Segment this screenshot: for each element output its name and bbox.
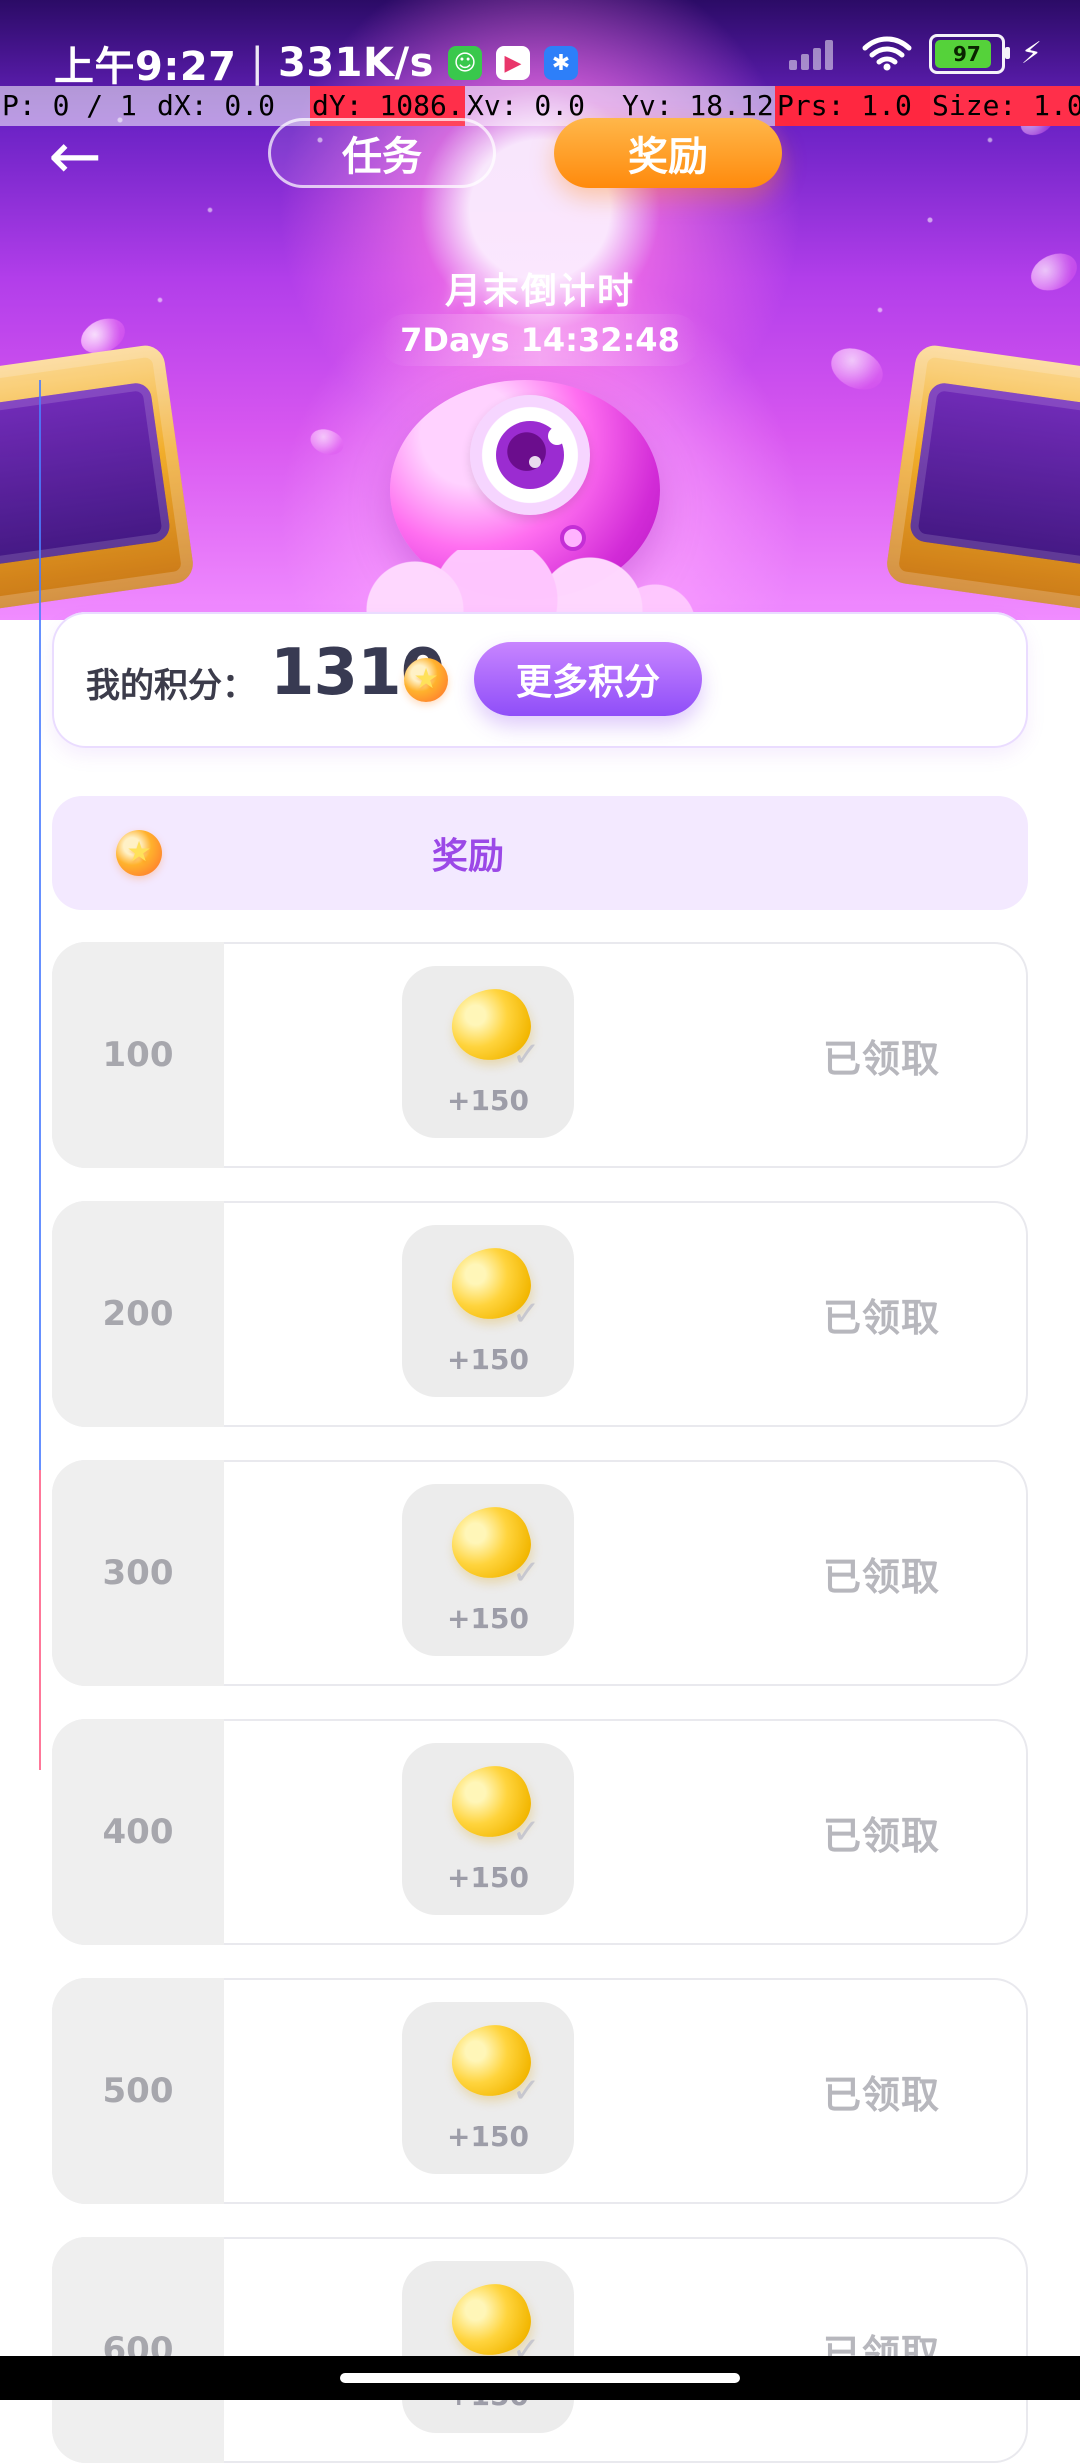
top-tabs: 任务 奖励: [268, 118, 782, 188]
reward-amount: +150: [447, 1343, 529, 1376]
reward-status: 已领取: [822, 1813, 940, 1858]
reward-amount: +150: [447, 1084, 529, 1117]
reward-row: 500 ✓ +150 已领取: [52, 1978, 1028, 2204]
check-icon: ✓: [512, 1812, 541, 1852]
reward-tile: ✓ +150: [402, 1225, 574, 1397]
rewards-header-title: 奖励: [431, 836, 504, 877]
debug-pressure: Prs: 1.0: [775, 86, 930, 126]
points-label: 我的积分：: [86, 666, 256, 706]
treasure-chest-left: [0, 343, 196, 617]
reward-list: 100 ✓ +150 已领取 200 ✓ +150 已领取 300 ✓ +150…: [52, 942, 1028, 2463]
back-arrow-icon: ←: [48, 120, 102, 194]
reward-threshold: 400: [102, 1812, 174, 1852]
debug-trail: [39, 380, 41, 1470]
reward-row: 300 ✓ +150 已领取: [52, 1460, 1028, 1686]
status-time: 上午9:27: [54, 44, 237, 90]
charging-bolt-icon: ⚡: [1020, 36, 1042, 71]
notification-app-icon: ☺: [447, 46, 482, 80]
mascot-eye: [470, 395, 590, 515]
reward-threshold: 200: [102, 1294, 174, 1334]
mascot-dot: [560, 525, 586, 551]
reward-row: 600 ✓ +150 已领取: [52, 2237, 1028, 2463]
more-points-button[interactable]: 更多积分: [474, 642, 702, 716]
notification-app-icon: ✱: [543, 46, 578, 80]
check-icon: ✓: [512, 1035, 541, 1075]
reward-tile: ✓ +150: [402, 966, 574, 1138]
star-points-icon: [404, 658, 448, 702]
tab-tasks[interactable]: 任务: [268, 118, 496, 188]
status-right: 97 ⚡: [788, 34, 1042, 74]
debug-size: Size: 1.0: [930, 86, 1080, 126]
system-nav-bar: [0, 2356, 1080, 2400]
check-icon: ✓: [512, 1294, 541, 1334]
check-icon: ✓: [512, 2071, 541, 2111]
reward-amount: +150: [447, 2120, 529, 2153]
reward-threshold: 300: [102, 1553, 174, 1593]
reward-threshold: 100: [102, 1035, 174, 1075]
reward-threshold: 500: [102, 2071, 174, 2111]
reward-row: 400 ✓ +150 已领取: [52, 1719, 1028, 1945]
reward-tile: ✓ +150: [402, 1743, 574, 1915]
more-points-label: 更多积分: [515, 662, 660, 703]
status-left: 上午9:27 | 331K/s ☺ ▶ ✱: [54, 34, 578, 92]
reward-tile: ✓ +150: [402, 1484, 574, 1656]
reward-status: 已领取: [822, 2072, 940, 2117]
tab-label: 任务: [342, 134, 422, 180]
reward-status: 已领取: [822, 1554, 940, 1599]
home-indicator[interactable]: [340, 2373, 740, 2383]
countdown-title: 月末倒计时: [444, 271, 635, 312]
back-button[interactable]: ←: [40, 122, 110, 192]
wifi-icon: [861, 36, 913, 72]
reward-tile: ✓ +150: [402, 2002, 574, 2174]
mascot: [355, 360, 695, 660]
reward-threshold: 600: [102, 2330, 174, 2370]
status-separator: |: [250, 40, 264, 86]
tab-label: 奖励: [628, 134, 708, 180]
check-icon: ✓: [512, 1553, 541, 1593]
notification-app-icon: ▶: [495, 46, 530, 80]
reward-amount: +150: [447, 1861, 529, 1894]
points-card: 我的积分： 1310 更多积分: [52, 612, 1028, 748]
battery-icon: 97: [928, 34, 1010, 74]
reward-status: 已领取: [822, 1295, 940, 1340]
reward-row: 100 ✓ +150 已领取: [52, 942, 1028, 1168]
countdown-time: 7Days 14:32:48: [380, 314, 700, 366]
battery-level: 97: [953, 42, 981, 66]
reward-row: 200 ✓ +150 已领取: [52, 1201, 1028, 1427]
reward-tile: ✓ +150: [402, 2261, 574, 2433]
signal-icon: [788, 38, 845, 70]
reward-status: 已领取: [822, 1036, 940, 1081]
reward-amount: +150: [447, 1602, 529, 1635]
debug-trail: [39, 1470, 41, 1770]
treasure-chest-right: [884, 343, 1080, 617]
reward-status: 已领取: [822, 2331, 940, 2376]
rewards-header: 奖励: [52, 796, 1028, 910]
status-net-speed: 331K/s: [277, 40, 434, 86]
tab-rewards[interactable]: 奖励: [554, 118, 782, 188]
